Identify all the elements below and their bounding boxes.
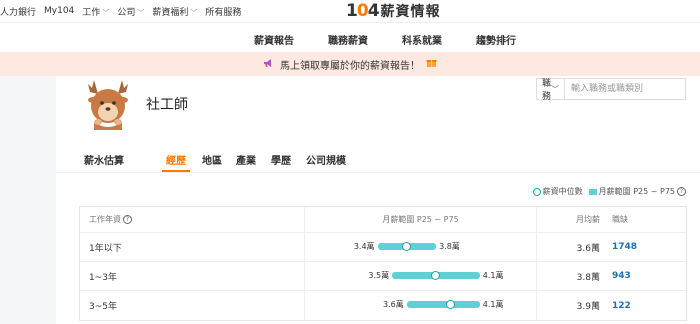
chevron-down-icon: ﹀ [102,8,110,17]
top-link-company[interactable]: 公司 ﹀ [117,5,144,18]
help-icon[interactable]: ? [123,215,132,224]
range-p75-label: 4.1萬 [482,300,504,309]
logo-text: 薪資情報 [380,4,441,20]
top-bar: 人力銀行 My104 工作 ﹀ 公司 ﹀ 薪資福利 ﹀ 所有服務 104 薪資情報 [0,0,700,22]
top-link-salary[interactable]: 薪資福利 ﹀ [152,5,197,18]
row-range: 3.4萬 3.8萬 [304,233,537,261]
header-avg: 月均薪 [576,215,600,224]
search-category-select[interactable]: 職務 ﹀ [537,79,566,102]
job-search: 職務 ﹀ [536,78,692,102]
legend-median-label: 薪資中位數 [542,187,583,196]
row-count-link[interactable]: 943 [600,271,686,281]
row-count-link[interactable]: 1748 [600,242,686,252]
header-count: 職缺 [612,215,628,224]
tab-education[interactable]: 學歷 [271,152,291,167]
median-marker-icon [532,187,541,196]
table-row: 1年以下 3.4萬 3.8萬 3.6萬 1748 [80,233,686,262]
gift-icon [426,58,437,71]
top-link-all-services[interactable]: 所有服務 [205,5,241,18]
nav-trend-ranking[interactable]: 趨勢排行 [476,32,516,47]
row-experience: 3~5年 [89,302,117,312]
nav-salary-report[interactable]: 薪資報告 [254,32,294,47]
range-p75-label: 4.1萬 [482,271,504,280]
range-p25-label: 3.4萬 [353,242,375,251]
row-avg: 3.8萬 [576,272,600,283]
chevron-down-icon: ﹀ [190,8,198,17]
header-experience: 工作年資? [80,214,304,225]
top-link-bank[interactable]: 人力銀行 [0,5,36,18]
median-marker [445,300,455,309]
chevron-down-icon: ﹀ [551,84,560,94]
tab-salary-estimate[interactable]: 薪水估算 [84,152,124,167]
range-p25-label: 3.6萬 [382,300,404,309]
site-logo[interactable]: 104 薪資情報 [346,1,441,21]
top-link-jobs[interactable]: 工作 ﹀ [82,5,109,18]
median-marker [401,242,411,251]
salary-table: 工作年資? 月薪範圍 P25 ~ P75 月均薪 職缺 1年以下 3.4萬 3.… [79,206,687,321]
nav-job-salary[interactable]: 職務薪資 [328,32,368,47]
header-range: 月薪範圍 P25 ~ P75 [304,207,537,232]
range-p25-label: 3.5萬 [368,271,390,280]
row-range: 3.6萬 4.1萬 [304,291,537,320]
chart-legend: 薪資中位數 月薪範圍 P25 ~ P75? [532,186,686,197]
range-p75-label: 3.8萬 [439,242,460,251]
top-link-my104[interactable]: My104 [44,6,74,16]
job-title: 社工師 [146,97,188,113]
top-links: 人力銀行 My104 工作 ﹀ 公司 ﹀ 薪資福利 ﹀ 所有服務 [0,5,241,18]
median-marker [431,271,441,280]
top-link-company-label: 公司 [117,7,136,18]
salary-card: 社工師 職務 ﹀ 薪水估算 經歷 地區 產業 學歷 公司規模 薪資中位數 月薪範… [56,76,700,324]
tab-company-size[interactable]: 公司規模 [306,152,346,167]
search-input[interactable] [565,79,692,99]
legend-median: 薪資中位數 [532,186,583,197]
row-experience: 1年以下 [89,243,122,254]
table-header-row: 工作年資? 月薪範圍 P25 ~ P75 月均薪 職缺 [80,207,686,233]
banner-text: 馬上領取專屬於你的薪資報告！ [280,60,420,72]
row-avg: 3.6萬 [576,243,600,254]
tab-region[interactable]: 地區 [202,152,222,167]
table-row: 3~5年 3.6萬 4.1萬 3.9萬 122 [80,291,686,320]
nav-major-employment[interactable]: 科系就業 [402,32,442,47]
deer-mascot-icon [84,78,132,130]
legend-range: 月薪範圍 P25 ~ P75? [588,186,686,197]
search-category-value: 職務 [542,79,552,102]
tab-industry[interactable]: 產業 [236,152,256,167]
logo-number: 104 [346,1,380,21]
tabs-divider [56,172,700,173]
tab-experience[interactable]: 經歷 [162,152,190,172]
row-count-link[interactable]: 122 [600,301,686,311]
header-experience-label: 工作年資 [89,215,121,224]
top-link-salary-label: 薪資福利 [152,7,189,18]
megaphone-icon [263,58,274,71]
range-bar [406,301,480,308]
legend-range-label: 月薪範圍 P25 ~ P75 [598,187,675,196]
row-experience: 1~3年 [89,272,117,283]
table-row: 1~3年 3.5萬 4.1萬 3.8萬 943 [80,262,686,291]
chevron-down-icon: ﹀ [137,8,145,17]
range-swatch-icon [588,188,597,195]
help-icon[interactable]: ? [677,187,686,196]
top-link-jobs-label: 工作 [82,7,101,18]
row-range: 3.5萬 4.1萬 [304,262,537,290]
promo-banner[interactable]: 馬上領取專屬於你的薪資報告！ [0,52,700,76]
header-range-label: 月薪範圍 P25 ~ P75 [382,215,459,224]
main-nav: 薪資報告 職務薪資 科系就業 趨勢排行 [0,22,700,52]
row-avg: 3.9萬 [576,302,600,312]
